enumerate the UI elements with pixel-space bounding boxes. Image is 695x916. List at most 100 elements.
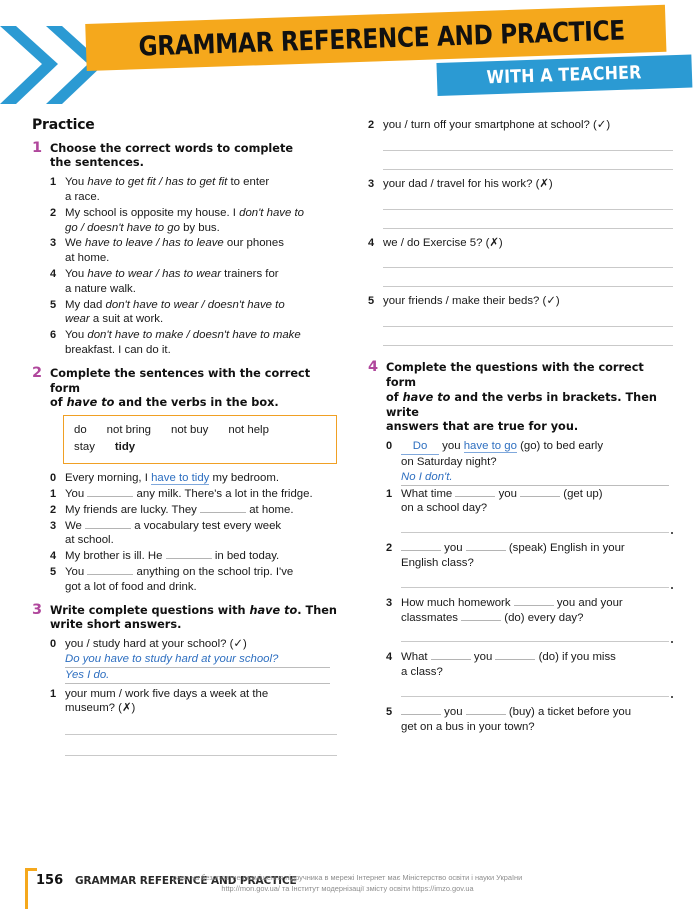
section-title: Practice: [32, 117, 95, 133]
word-box-item: not bring: [106, 424, 151, 437]
word-box-item: not help: [228, 424, 269, 437]
example-answer-short: Yes I do.: [65, 668, 330, 684]
item-number: 2: [368, 119, 375, 131]
answer-blank[interactable]: [520, 495, 561, 497]
exercise-3-rubric: Write complete questions with have to. T…: [50, 603, 337, 632]
item-number: 3: [50, 519, 57, 532]
answer-blank[interactable]: [85, 527, 132, 529]
list-item: 4 You have to wear / has to wear trainer…: [50, 267, 279, 295]
list-item: 4 My brother is ill. He in bed today.: [50, 550, 280, 563]
writing-line[interactable]: [383, 149, 673, 151]
list-item: 2 My school is opposite my house. I don'…: [50, 206, 304, 234]
watermark-line-1: раво на безоплатне розміщення підручника…: [172, 873, 523, 882]
item-number: 2: [386, 542, 393, 555]
exercise-3-items: 0 you / study hard at your school? (✓) D…: [50, 637, 337, 716]
writing-line[interactable]: [401, 641, 673, 644]
item-number: 5: [50, 298, 57, 311]
exercise-2-rubric: Complete the sentences with the correct …: [50, 366, 311, 410]
watermark-line-2: http://mon.gov.ua/ та Інститут модерніза…: [221, 884, 474, 893]
exercise-1: 1 Choose the correct words to complete t…: [32, 139, 337, 358]
writing-line[interactable]: [383, 267, 673, 269]
exercise-4: 4 Complete the questions with the correc…: [368, 359, 673, 734]
list-item: 0 you / study hard at your school? (✓) D…: [50, 637, 337, 684]
example-answer-fill-1: Do: [401, 439, 439, 455]
list-item: 0 Do you have to go (go) to bed early on…: [386, 439, 673, 486]
example-answer-true: No I don't.: [401, 470, 669, 486]
answer-blank[interactable]: [87, 573, 134, 575]
writing-line[interactable]: [383, 168, 673, 170]
example-answer: have to tidy: [151, 472, 210, 486]
list-item: 1 What time you (get up) on a school day…: [386, 487, 603, 515]
item-number: 0: [50, 638, 57, 651]
item-number: 1: [50, 687, 57, 700]
header-tab-label: WITH A TEACHER: [486, 62, 643, 89]
answer-blank[interactable]: [461, 619, 502, 621]
answer-blank[interactable]: [513, 604, 554, 606]
list-item: 2 My friends are lucky. They at home.: [50, 503, 294, 516]
item-number: 4: [368, 236, 375, 249]
item-number: 4: [50, 550, 57, 563]
list-item: 5 you (buy) a ticket before you get on a…: [386, 705, 632, 733]
writing-line[interactable]: [401, 586, 673, 589]
item-number: 4: [386, 651, 393, 664]
word-box: do not bring not buy not help stay tidy: [63, 415, 337, 465]
item-number: 2: [50, 503, 57, 516]
list-item: 6 You don't have to make / doesn't have …: [50, 329, 301, 356]
writing-line[interactable]: [65, 755, 337, 757]
ministry-watermark: раво на безоплатне розміщення підручника…: [0, 872, 695, 894]
answer-blank[interactable]: [465, 550, 506, 552]
writing-line[interactable]: [383, 227, 673, 229]
example-answer-question: Do you have to study hard at your school…: [65, 652, 330, 668]
list-item: 3 We a vocabulary test every week at sch…: [50, 519, 282, 547]
writing-line[interactable]: [383, 345, 673, 347]
item-number: 6: [50, 329, 57, 342]
exercise-4-items: 0 Do you have to go (go) to bed early on…: [386, 439, 673, 734]
word-box-item: not buy: [171, 424, 209, 437]
answer-blank[interactable]: [165, 558, 212, 560]
page-header: GRAMMAR REFERENCE AND PRACTICE WITH A TE…: [0, 0, 695, 112]
exercise-2: 2 Complete the sentences with the correc…: [32, 364, 337, 595]
word-box-item: do: [74, 424, 87, 437]
exercise-4-number: 4: [368, 359, 379, 376]
word-box-item: stay: [74, 441, 95, 454]
writing-line[interactable]: [65, 734, 337, 736]
item-number: 5: [368, 295, 375, 308]
list-item: 3 We have to leave / has to leave our ph…: [50, 237, 284, 265]
list-item: 1 your mum / work five days a week at th…: [50, 687, 269, 715]
right-column: 2 you / turn off your smartphone at scho…: [368, 118, 673, 744]
item-number: 0: [386, 440, 393, 453]
exercise-1-number: 1: [32, 139, 43, 156]
writing-line[interactable]: [383, 326, 673, 328]
word-box-item: tidy: [114, 441, 136, 454]
item-number: 1: [386, 487, 393, 500]
writing-line[interactable]: [401, 532, 673, 535]
answer-blank[interactable]: [87, 495, 134, 497]
exercise-1-rubric-line1: Choose the correct words to complete: [50, 141, 294, 155]
exercise-3-continued: 2 you / turn off your smartphone at scho…: [368, 118, 673, 347]
item-number: 1: [50, 176, 57, 189]
exercise-2-items: 0 Every morning, I have to tidy my bedro…: [50, 471, 337, 594]
page-footer: 156 GRAMMAR REFERENCE AND PRACTICE раво …: [0, 860, 695, 916]
exercise-3-number: 3: [32, 601, 43, 618]
exercise-4-rubric: Complete the questions with the correct …: [386, 361, 657, 434]
example-answer-fill-2: have to go: [463, 440, 517, 454]
writing-line[interactable]: [383, 286, 673, 288]
item-number: 2: [50, 206, 57, 219]
exercise-1-rubric: Choose the correct words to complete the…: [50, 142, 337, 172]
exercise-2-number: 2: [32, 364, 43, 381]
answer-blank[interactable]: [401, 713, 441, 715]
list-item: 5 My dad don't have to wear / doesn't ha…: [50, 298, 285, 326]
writing-line[interactable]: [401, 695, 673, 698]
list-item: 0 Every morning, I have to tidy my bedro…: [50, 472, 279, 486]
item-number: 1: [50, 487, 57, 500]
answer-blank[interactable]: [200, 511, 247, 513]
answer-blank[interactable]: [430, 659, 471, 661]
answer-blank[interactable]: [455, 495, 496, 497]
answer-blank[interactable]: [401, 550, 441, 552]
list-item: 1 You any milk. There's a lot in the fri…: [50, 487, 313, 500]
writing-line[interactable]: [383, 208, 673, 210]
list-item: 1 You have to get fit / has to get fit t…: [50, 176, 270, 203]
answer-blank[interactable]: [495, 659, 536, 661]
answer-blank[interactable]: [465, 713, 506, 715]
header-tab-with-a-teacher: WITH A TEACHER: [436, 55, 692, 96]
